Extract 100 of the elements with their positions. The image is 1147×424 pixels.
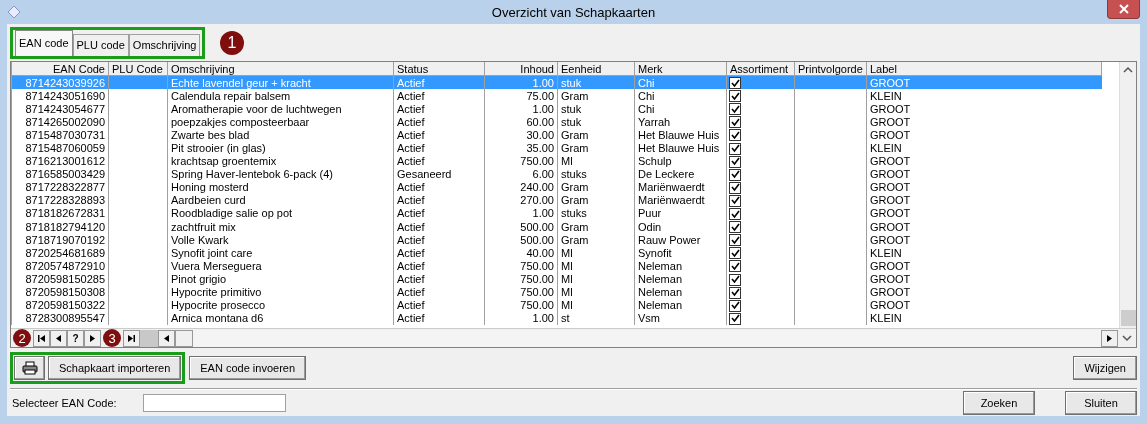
table-cell: GROOT (870, 272, 911, 285)
column-header[interactable]: EAN Code (11, 62, 109, 76)
tab[interactable]: PLU code (72, 33, 129, 56)
checkbox[interactable] (729, 273, 741, 286)
callout-badge: 1 (220, 31, 244, 55)
checkbox[interactable] (729, 247, 741, 260)
checkbox[interactable] (729, 181, 741, 194)
table-cell: Rauw Power (638, 233, 701, 246)
table-row[interactable]: 8716585003429 Spring Haver-lentebok 6-pack (4) Gesaneerd 6.00 stuks De Leckere GROOT (11, 167, 1102, 181)
checkbox[interactable] (729, 116, 741, 129)
table-row[interactable]: 8720598150322 Hypocrite prosecco Actief 750.00 Ml Neleman GROOT (11, 298, 1102, 312)
search-button[interactable]: Zoeken (963, 391, 1035, 415)
scroll-down-icon[interactable] (1122, 334, 1132, 342)
table-cell: KLEIN (870, 246, 902, 259)
scroll-left-button[interactable] (158, 329, 175, 347)
table-cell: KLEIN (870, 312, 902, 325)
checkbox[interactable] (729, 103, 741, 116)
table-cell: Chi (638, 102, 655, 115)
column-header[interactable]: Printvolgorde (794, 62, 867, 76)
table-row[interactable]: 8714265002090 poepzakjes composteerbaar Actief 60.00 stuk Yarrah GROOT (11, 115, 1102, 129)
table-cell: Actief (397, 89, 425, 102)
table-row[interactable]: 8717228328893 Aardbeien curd Actief 270.00 Gram Mariënwaerdt GROOT (11, 193, 1102, 207)
table-cell: 8715487030731 (25, 128, 105, 141)
checkbox[interactable] (729, 208, 741, 221)
table-cell: 270.00 (520, 194, 554, 207)
checkbox[interactable] (729, 299, 741, 312)
table-cell: GROOT (870, 102, 911, 115)
table-cell: Ml (561, 246, 573, 259)
table-row[interactable]: 8720574872910 Vuera Merseguera Actief 750.00 Ml Neleman GROOT (11, 259, 1102, 273)
table-cell: stuk (561, 76, 582, 89)
close-dialog-button[interactable]: Sluiten (1065, 391, 1137, 415)
scrollbar-thumb[interactable] (175, 329, 193, 347)
table-cell: GROOT (870, 207, 911, 220)
last-record-button[interactable] (123, 329, 140, 347)
table-cell: Neleman (638, 259, 683, 272)
tab[interactable]: Omschrijving (128, 33, 201, 56)
table-row[interactable]: 8718182794120 zachtfruit mix Actief 500.00 Gram Odin GROOT (11, 220, 1102, 234)
previous-record-button[interactable] (50, 329, 67, 347)
table-cell: Echte lavendel geur + kracht (171, 76, 311, 89)
table-row[interactable]: 8728300895547 Arnica montana d6 Actief 1.00 st Vsm KLEIN (11, 311, 1102, 325)
table-cell: stuk (561, 102, 582, 115)
table-row[interactable]: 8715487030731 Zwarte bes blad Actief 30.00 Gram Het Blauwe Huis GROOT (11, 128, 1102, 142)
table-cell: stuks (561, 168, 587, 181)
table-cell: Aardbeien curd (171, 194, 246, 207)
table-cell: GROOT (870, 155, 911, 168)
table-row[interactable]: 8718182672831 Roodbladige salie op pot Actief 1.00 stuks Puur GROOT (11, 206, 1102, 221)
left-arrow-icon (164, 334, 169, 342)
enter-ean-button[interactable]: EAN code invoeren (189, 356, 307, 380)
horizontal-scrollbar[interactable] (158, 329, 1118, 347)
import-button[interactable]: Schapkaart importeren (48, 356, 182, 380)
table-row[interactable]: 8715487060059 Pit strooier (in glas) Actief 35.00 Gram Het Blauwe Huis KLEIN (11, 141, 1102, 155)
help-button[interactable]: ? (67, 329, 84, 347)
ean-input-field[interactable] (142, 394, 286, 412)
table-row[interactable]: 8720598150285 Pinot grigio Actief 750.00 Ml Neleman GROOT (11, 272, 1102, 286)
tab[interactable]: EAN code (15, 29, 73, 56)
table-row[interactable]: 8716213001612 krachtsap groentemix Actief 750.00 Ml Schulp GROOT (11, 154, 1102, 168)
column-header[interactable]: Merk (634, 62, 727, 76)
table-row[interactable]: 8714243054677 Aromatherapie voor de luchtwegen Actief 1.00 stuk Chi GROOT (11, 102, 1102, 116)
column-header[interactable]: PLU Code (108, 62, 168, 76)
table-cell: Roodbladige salie op pot (171, 207, 293, 220)
edit-button[interactable]: Wijzigen (1073, 356, 1137, 380)
table-cell: Neleman (638, 286, 683, 299)
checkbox[interactable] (729, 221, 741, 234)
checkbox[interactable] (729, 168, 741, 181)
print-button[interactable] (14, 356, 45, 380)
table-cell: 75.00 (526, 89, 554, 102)
checkbox[interactable] (729, 234, 741, 247)
first-record-button[interactable] (33, 329, 50, 347)
table-cell: Actief (397, 286, 425, 299)
column-header[interactable]: Label (866, 62, 1102, 76)
checkbox[interactable] (729, 142, 741, 155)
checkbox[interactable] (729, 194, 741, 207)
table-cell: 1.00 (532, 312, 554, 325)
checkbox[interactable] (729, 286, 741, 299)
column-header[interactable]: Eenheid (557, 62, 635, 76)
table-cell: stuks (561, 207, 587, 220)
column-header[interactable]: Status (393, 62, 485, 76)
table-cell: st (561, 312, 570, 325)
close-button[interactable] (1107, 0, 1140, 19)
column-header[interactable]: Inhoud (484, 62, 558, 76)
table-row[interactable]: 8717228322877 Honing mosterd Actief 240.00 Gram Mariënwaerdt GROOT (11, 180, 1102, 194)
checkbox[interactable] (729, 129, 741, 142)
table-cell: Gram (561, 128, 589, 141)
scrollbar-thumb[interactable] (1120, 310, 1136, 326)
table-row[interactable]: 8720598150308 Hypocrite primitivo Actief 750.00 Ml Neleman GROOT (11, 285, 1102, 299)
column-header[interactable]: Assortiment (726, 62, 795, 76)
table-cell: GROOT (870, 233, 911, 246)
column-header[interactable]: Omschrijving (167, 62, 394, 76)
table-cell: Spring Haver-lentebok 6-pack (4) (171, 168, 334, 181)
checkbox[interactable] (729, 90, 741, 103)
scroll-right-button[interactable] (1101, 329, 1118, 347)
checkbox[interactable] (729, 155, 741, 168)
checkbox[interactable] (729, 312, 741, 325)
scroll-up-icon[interactable] (1123, 66, 1133, 74)
table-row[interactable]: 8718719070192 Volle Kwark Actief 500.00 Gram Rauw Power GROOT (11, 233, 1102, 247)
next-record-button[interactable] (84, 329, 101, 347)
checkbox[interactable] (729, 77, 741, 90)
checkbox[interactable] (729, 260, 741, 273)
table-row[interactable]: 8720254681689 Synofit joint care Actief 40.00 Ml Synofit KLEIN (11, 246, 1102, 260)
table-row[interactable]: 8714243051690 Calendula repair balsem Actief 75.00 Gram Chi KLEIN (11, 89, 1102, 103)
